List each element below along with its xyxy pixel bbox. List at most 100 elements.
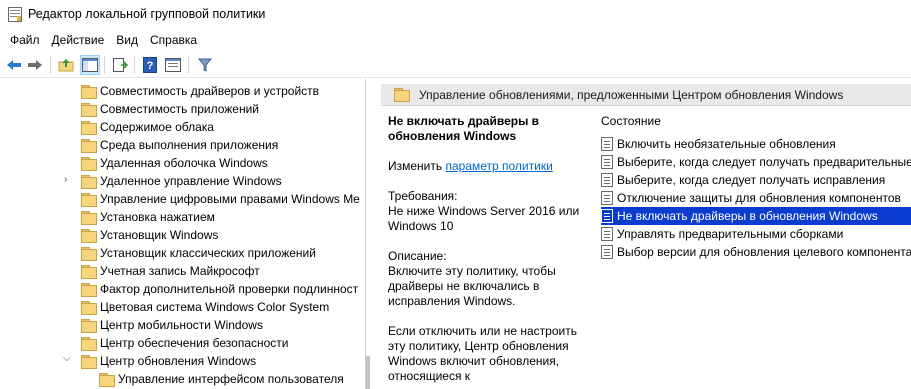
- tree-item-label: Содержимое облака: [100, 120, 214, 134]
- tree-item[interactable]: Центр мобильности Windows: [0, 316, 365, 334]
- tree-item-label: Совместимость драйверов и устройств: [100, 84, 320, 98]
- policy-tree[interactable]: Совместимость драйверов и устройств Совм…: [0, 79, 366, 389]
- toolbar-separator: [104, 56, 105, 74]
- policy-setting-icon: [601, 173, 613, 187]
- policy-setting-icon: [601, 245, 613, 259]
- tree-item[interactable]: Центр обеспечения безопасности: [0, 334, 365, 352]
- folder-icon: [80, 210, 97, 225]
- folder-icon: [80, 318, 97, 333]
- policy-row[interactable]: Включить необязательные обновления: [601, 135, 911, 153]
- back-icon: [7, 60, 21, 70]
- tree-item-label: Управление интерфейсом пользователя: [118, 372, 344, 386]
- collapse-chevron-icon[interactable]: ⌵: [63, 353, 71, 364]
- tree-item[interactable]: Удаленная оболочка Windows: [0, 154, 365, 172]
- folder-icon: [80, 228, 97, 243]
- toolbar-separator: [50, 56, 51, 74]
- tree-item[interactable]: Управление интерфейсом пользователя: [0, 370, 365, 388]
- group-policy-app-icon: [8, 7, 22, 22]
- menu-help[interactable]: Справка: [144, 30, 203, 50]
- policy-row[interactable]: Выберите, когда следует получать предвар…: [601, 153, 911, 171]
- policy-setting-icon: [601, 209, 613, 223]
- menu-view[interactable]: Вид: [110, 30, 144, 50]
- properties-button[interactable]: [163, 55, 183, 75]
- toolbar: ?: [0, 52, 911, 78]
- menu-file[interactable]: Файл: [0, 30, 46, 50]
- tree-item-label: Центр мобильности Windows: [100, 318, 263, 332]
- tree-item[interactable]: Цветовая система Windows Color System: [0, 298, 365, 316]
- expand-chevron-icon[interactable]: ›: [64, 174, 67, 185]
- up-folder-icon: [58, 59, 74, 72]
- policy-label: Выбор версии для обновления целевого ком…: [617, 245, 911, 259]
- tree-item-label: Фактор дополнительной проверки подлиннос…: [100, 282, 359, 296]
- tree-item[interactable]: Содержимое облака: [0, 118, 365, 136]
- tree-item[interactable]: Совместимость драйверов и устройств: [0, 82, 365, 100]
- requirements-text: Не ниже Windows Server 2016 или Windows …: [388, 204, 580, 233]
- policy-label: Выберите, когда следует получать исправл…: [617, 173, 886, 187]
- details-header: Управление обновлениями, предложенными Ц…: [381, 84, 911, 106]
- policy-label: Выберите, когда следует получать предвар…: [617, 155, 911, 169]
- requirements-block: Требования: Не ниже Windows Server 2016 …: [388, 189, 583, 234]
- filter-icon: [198, 58, 212, 72]
- filter-button[interactable]: [195, 55, 215, 75]
- details-pane: Управление обновлениями, предложенными Ц…: [381, 84, 911, 389]
- folder-icon: [80, 300, 97, 315]
- policy-row[interactable]: Выбор версии для обновления целевого ком…: [601, 243, 911, 261]
- tree-item[interactable]: Совместимость приложений: [0, 100, 365, 118]
- tree-item[interactable]: Установщик Windows: [0, 226, 365, 244]
- properties-icon: [165, 58, 181, 72]
- forward-button[interactable]: [25, 55, 45, 75]
- menu-action[interactable]: Действие: [46, 30, 111, 50]
- tree-item[interactable]: Фактор дополнительной проверки подлиннос…: [0, 280, 365, 298]
- tree-item-label: Учетная запись Майкрософт: [100, 264, 260, 278]
- policy-label: Управлять предварительными сборками: [617, 227, 844, 241]
- policy-row[interactable]: Отключение защиты для обновления компоне…: [601, 189, 911, 207]
- folder-icon: [80, 192, 97, 207]
- menu-bar: Файл Действие Вид Справка: [0, 30, 911, 50]
- policy-row[interactable]: Выберите, когда следует получать исправл…: [601, 171, 911, 189]
- policy-row-selected[interactable]: Не включать драйверы в обновления Window…: [601, 207, 911, 225]
- show-hide-tree-icon: [82, 58, 98, 72]
- folder-icon: [98, 372, 115, 387]
- tree-item[interactable]: Управление цифровыми правами Windows Me: [0, 190, 365, 208]
- tree-item-label: Установка нажатием: [100, 210, 215, 224]
- policy-description-panel: Не включать драйверы в обновления Window…: [388, 114, 583, 384]
- policy-label: Не включать драйверы в обновления Window…: [617, 209, 878, 223]
- folder-icon: [80, 156, 97, 171]
- tree-item-label: Центр обеспечения безопасности: [100, 336, 289, 350]
- tree-item-label: Удаленная оболочка Windows: [100, 156, 268, 170]
- tree-item-label: Управление цифровыми правами Windows Me: [100, 192, 360, 206]
- show-hide-tree-button[interactable]: [80, 55, 100, 75]
- description-block: Описание: Включите эту политику, чтобы д…: [388, 249, 583, 309]
- state-column-header[interactable]: Состояние: [601, 114, 661, 128]
- edit-policy-link[interactable]: параметр политики: [445, 159, 552, 173]
- back-button[interactable]: [4, 55, 24, 75]
- description-label: Описание:: [388, 249, 447, 263]
- export-list-button[interactable]: [110, 55, 130, 75]
- policy-row[interactable]: Управлять предварительными сборками: [601, 225, 911, 243]
- folder-icon: [80, 264, 97, 279]
- tree-item[interactable]: › Удаленное управление Windows: [0, 172, 365, 190]
- help-button[interactable]: ?: [140, 55, 160, 75]
- svg-text:?: ?: [147, 60, 154, 72]
- edit-policy-line: Изменить параметр политики: [388, 159, 583, 174]
- tree-scrollbar-thumb[interactable]: [366, 356, 370, 389]
- tree-item[interactable]: Среда выполнения приложения: [0, 136, 365, 154]
- tree-item-label: Установщик классических приложений: [100, 246, 316, 260]
- tree-item[interactable]: Установщик классических приложений: [0, 244, 365, 262]
- folder-icon: [80, 282, 97, 297]
- tree-item-label: Среда выполнения приложения: [100, 138, 279, 152]
- tree-item-label: Удаленное управление Windows: [100, 174, 282, 188]
- folder-icon: [393, 88, 410, 102]
- policy-setting-icon: [601, 227, 613, 241]
- policy-setting-icon: [601, 155, 613, 169]
- help-icon: ?: [143, 57, 157, 73]
- tree-item[interactable]: Установка нажатием: [0, 208, 365, 226]
- tree-item[interactable]: ⌵ Центр обновления Windows: [0, 352, 365, 370]
- requirements-label: Требования:: [388, 189, 458, 203]
- tree-item[interactable]: Учетная запись Майкрософт: [0, 262, 365, 280]
- folder-icon: [80, 84, 97, 99]
- policy-title: Не включать драйверы в обновления Window…: [388, 114, 540, 143]
- up-folder-button[interactable]: [56, 55, 76, 75]
- toolbar-separator: [188, 56, 189, 74]
- tree-item-label: Совместимость приложений: [100, 102, 259, 116]
